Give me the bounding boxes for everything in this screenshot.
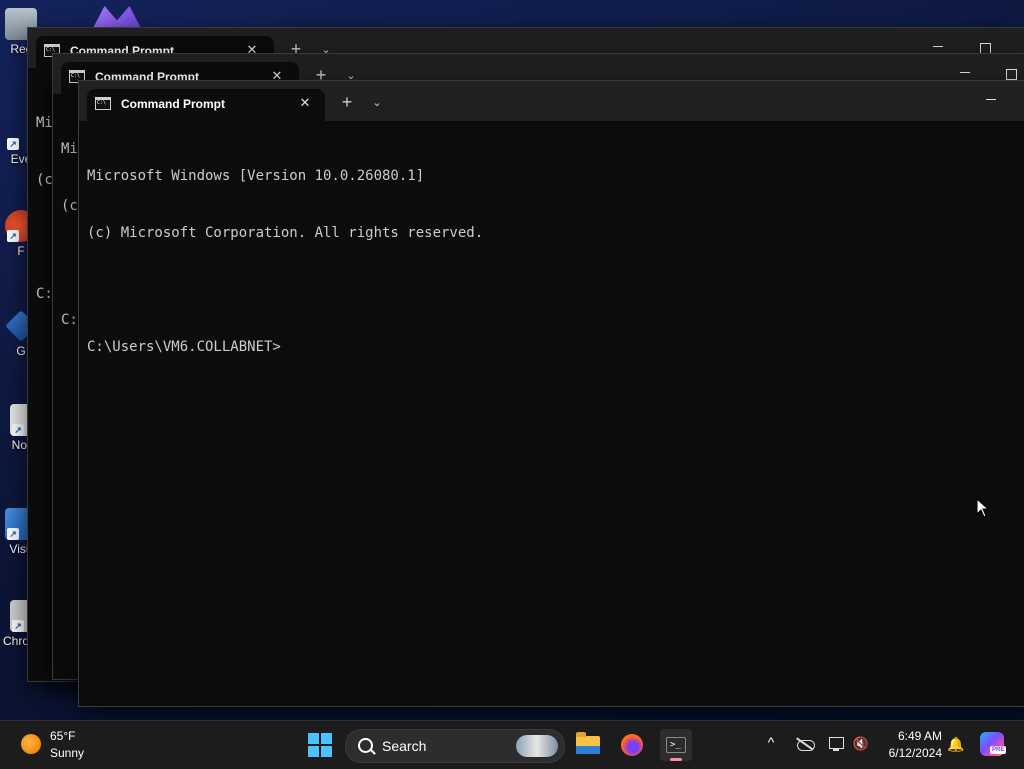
shortcut-arrow-icon: ↗ (12, 620, 24, 632)
active-app-indicator (670, 758, 682, 761)
new-tab-button[interactable]: + (337, 93, 357, 113)
copilot-badge: PRE (990, 746, 1007, 754)
network-icon[interactable] (828, 735, 846, 753)
copilot-button[interactable]: PRE (980, 732, 1007, 756)
console-line: Microsoft Windows [Version 10.0.26080.1] (87, 168, 425, 184)
search-icon (358, 738, 373, 753)
shortcut-arrow-icon: ↗ (12, 424, 24, 436)
windows-logo-icon (308, 733, 319, 744)
notification-bell-icon[interactable]: 🔔 (947, 735, 965, 753)
windows-logo-quad (308, 746, 319, 757)
sun-icon (21, 734, 41, 754)
taskbar-terminal[interactable]: >_ (660, 729, 692, 761)
tab-title: Command Prompt (121, 97, 226, 111)
shortcut-arrow-icon: ↗ (7, 138, 19, 150)
command-prompt-window-active[interactable]: Command Prompt ✕ + ⌄ Microsoft Windows [… (78, 80, 1024, 707)
weather-temperature: 65°F (50, 729, 76, 743)
taskbar: 65°F Sunny Search >_ ^ 🔇 6:49 AM 6/12/20… (0, 720, 1024, 769)
onedrive-offline-icon[interactable] (796, 735, 815, 753)
console-line: (c) Microsoft Corporation. All rights re… (87, 225, 484, 241)
clock-date[interactable]: 6/12/2024 (880, 746, 942, 760)
volume-muted-icon[interactable]: 🔇 (852, 735, 870, 753)
tab-command-prompt[interactable]: Command Prompt ✕ (87, 89, 325, 121)
console-output[interactable]: Microsoft Windows [Version 10.0.26080.1]… (87, 129, 1017, 395)
terminal-icon: >_ (666, 737, 686, 753)
taskbar-file-explorer[interactable] (572, 729, 604, 761)
minimize-button[interactable] (928, 38, 948, 52)
show-hidden-icons-button[interactable]: ^ (764, 735, 778, 749)
mouse-cursor-icon (976, 498, 990, 518)
minimize-button[interactable] (981, 91, 1001, 105)
search-placeholder: Search (382, 738, 427, 754)
close-tab-button[interactable]: ✕ (297, 95, 313, 111)
minimize-button[interactable] (955, 64, 975, 78)
firefox-icon (621, 734, 643, 756)
taskbar-firefox[interactable] (616, 729, 648, 761)
windows-logo-quad (321, 746, 332, 757)
taskbar-search-box[interactable]: Search (345, 729, 565, 763)
shortcut-arrow-icon: ↗ (7, 230, 19, 242)
clock-time[interactable]: 6:49 AM (880, 729, 942, 743)
cmd-icon (95, 97, 111, 110)
console-prompt-line[interactable]: C:\Users\VM6.COLLABNET> (87, 338, 1017, 357)
tab-dropdown-button[interactable]: ⌄ (369, 93, 385, 113)
start-button[interactable] (308, 733, 332, 757)
search-highlight-icon (516, 735, 558, 757)
shortcut-arrow-icon: ↗ (7, 528, 19, 540)
title-bar[interactable]: Command Prompt ✕ + ⌄ (79, 81, 1024, 121)
file-explorer-icon (576, 732, 600, 754)
weather-condition: Sunny (50, 746, 85, 760)
windows-logo-quad (321, 733, 332, 744)
